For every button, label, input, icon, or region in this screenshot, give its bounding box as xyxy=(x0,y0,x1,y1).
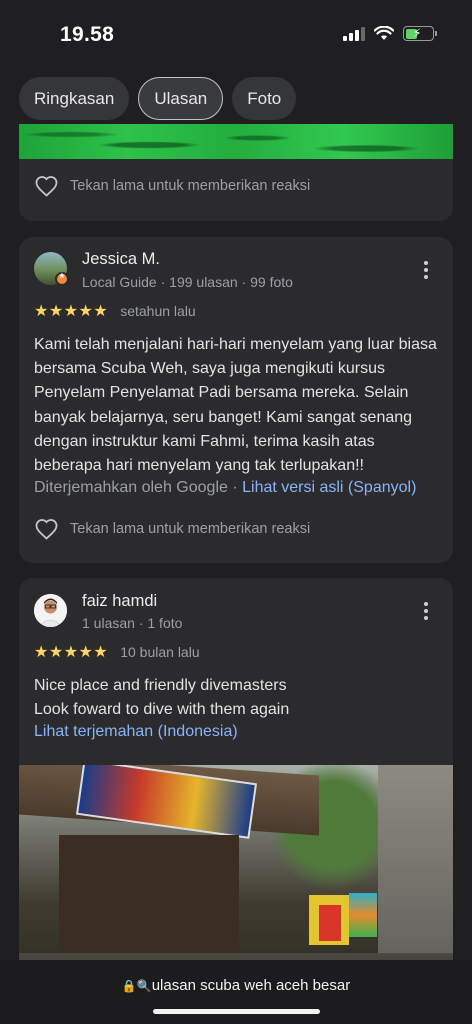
reaction-hint: Tekan lama untuk memberikan reaksi xyxy=(70,521,311,537)
reaction-hint: Tekan lama untuk memberikan reaksi xyxy=(70,178,311,194)
reaction-row[interactable]: Tekan lama untuk memberikan reaksi xyxy=(34,518,310,540)
review-text: Nice place and friendly divemasters Look… xyxy=(34,674,444,722)
address-bar[interactable]: 🔒🔍ulasan scuba weh aceh besar xyxy=(0,977,472,994)
star-rating: ★★★★★ xyxy=(34,303,109,320)
translation-note: Diterjemahkan oleh Google · Lihat versi … xyxy=(34,479,416,497)
status-time: 19.58 xyxy=(60,23,115,46)
star-rating: ★★★★★ xyxy=(34,644,109,661)
wifi-icon xyxy=(374,26,394,40)
review-card-previous: Tekan lama untuk memberikan reaksi xyxy=(19,124,453,221)
avatar[interactable] xyxy=(34,594,67,627)
translated-by-label: Diterjemahkan oleh Google · xyxy=(34,479,243,496)
review-text-line: Nice place and friendly divemasters xyxy=(34,677,287,694)
browser-bottom-bar: 🔒🔍ulasan scuba weh aceh besar xyxy=(0,960,472,1024)
battery-charging-icon: ⚡ xyxy=(403,26,437,41)
heart-icon[interactable] xyxy=(34,175,59,197)
more-options-icon[interactable] xyxy=(423,261,429,279)
tab-ringkasan[interactable]: Ringkasan xyxy=(19,77,130,120)
tab-ulasan[interactable]: Ulasan xyxy=(138,77,224,120)
review-card: faiz hamdi 1 ulasan · 1 foto ★★★★★ 10 bu… xyxy=(19,578,453,998)
reviewer-meta: Local Guide · 199 ulasan · 99 foto xyxy=(82,274,293,290)
see-translation-link[interactable]: Lihat terjemahan (Indonesia) xyxy=(34,723,238,741)
lock-icon: 🔒 xyxy=(121,979,137,993)
reviewer-name[interactable]: Jessica M. xyxy=(82,250,160,269)
rating-row: ★★★★★ 10 bulan lalu xyxy=(34,642,200,662)
review-date: setahun lalu xyxy=(120,303,196,319)
review-photo[interactable] xyxy=(19,124,453,159)
review-text: Kami telah menjalani hari-hari menyelam … xyxy=(34,336,437,475)
more-options-icon[interactable] xyxy=(423,602,429,620)
rating-row: ★★★★★ setahun lalu xyxy=(34,301,196,321)
review-text-line: Look foward to dive with them again xyxy=(34,701,290,719)
reviewer-meta: 1 ulasan · 1 foto xyxy=(82,615,183,631)
reviewer-name[interactable]: faiz hamdi xyxy=(82,592,157,611)
cellular-signal-icon xyxy=(343,26,365,41)
review-date: 10 bulan lalu xyxy=(120,644,200,660)
home-indicator[interactable] xyxy=(153,1009,320,1014)
status-bar: 19.58 ⚡ xyxy=(0,0,472,70)
tab-bar: Ringkasan Ulasan Foto xyxy=(19,77,297,120)
reaction-row[interactable]: Tekan lama untuk memberikan reaksi xyxy=(34,175,310,197)
search-icon: 🔍 xyxy=(136,979,152,993)
person-icon xyxy=(34,594,67,627)
review-card: Jessica M. Local Guide · 199 ulasan · 99… xyxy=(19,237,453,563)
status-icons: ⚡ xyxy=(343,26,437,41)
heart-icon[interactable] xyxy=(34,518,59,540)
local-guide-badge-icon xyxy=(55,271,69,286)
search-query: ulasan scuba weh aceh besar xyxy=(151,977,351,994)
tab-foto[interactable]: Foto xyxy=(232,77,297,120)
see-original-link[interactable]: Lihat versi asli (Spanyol) xyxy=(242,479,416,496)
